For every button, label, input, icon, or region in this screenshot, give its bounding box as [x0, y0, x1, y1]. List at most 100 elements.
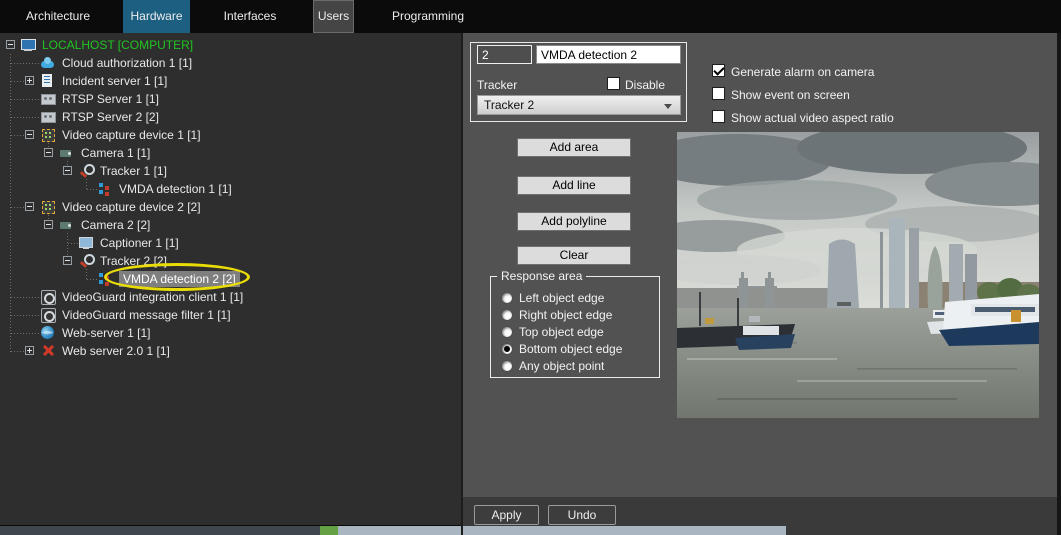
vmda-detection-icon — [98, 182, 112, 196]
tree-expander-collapse[interactable] — [25, 202, 34, 211]
panel-divider — [461, 33, 463, 535]
show-event-checkbox[interactable] — [712, 87, 725, 100]
tree-item-label[interactable]: Captioner 1 [1] — [100, 235, 179, 251]
generate-alarm-checkbox[interactable] — [712, 64, 725, 77]
generate-alarm-label: Generate alarm on camera — [731, 65, 874, 79]
tree-row: Camera 2 [2] — [0, 217, 461, 233]
device-tree-panel: LOCALHOST [COMPUTER] Cloud authorization… — [0, 33, 461, 525]
tree-item-label[interactable]: Camera 1 [1] — [81, 145, 150, 161]
camera-preview-image — [677, 132, 1039, 418]
cloud-icon — [41, 56, 55, 70]
radio-label: Bottom object edge — [519, 342, 622, 356]
radio-label: Any object point — [519, 359, 604, 373]
tree-item-label[interactable]: Web-server 1 [1] — [62, 325, 150, 341]
capture-device-icon — [41, 200, 55, 214]
tree-row: Video capture device 1 [1] — [0, 127, 461, 143]
tree-row: VideoGuard integration client 1 [1] — [0, 289, 461, 305]
tree-item-label[interactable]: Incident server 1 [1] — [62, 73, 167, 89]
tree-row: Incident server 1 [1] — [0, 73, 461, 89]
tree-expander-collapse[interactable] — [25, 130, 34, 139]
tree-expander-collapse[interactable] — [6, 40, 15, 49]
tree-row: LOCALHOST [COMPUTER] — [0, 37, 461, 53]
tree-row: VMDA detection 1 [1] — [0, 181, 461, 197]
capture-device-icon — [41, 128, 55, 142]
tree-item-label-selected[interactable]: VMDA detection 2 [2] — [119, 271, 240, 287]
tree-item-label[interactable]: LOCALHOST [COMPUTER] — [42, 37, 193, 53]
tab-programming[interactable]: Programming — [385, 0, 471, 33]
tree-row: Camera 1 [1] — [0, 145, 461, 161]
tree-row: Video capture device 2 [2] — [0, 199, 461, 215]
tree-item-label[interactable]: Cloud authorization 1 [1] — [62, 55, 192, 71]
tracker-icon — [79, 164, 93, 178]
object-name-field[interactable] — [536, 45, 681, 64]
tree-row: Tracker 1 [1] — [0, 163, 461, 179]
tree-hscrollbar-track-left[interactable] — [0, 526, 320, 535]
videoguard-icon — [41, 308, 55, 322]
tab-bar: Architecture Hardware Interfaces Users P… — [0, 0, 1061, 33]
add-line-button[interactable]: Add line — [517, 176, 631, 195]
tree-expander-collapse[interactable] — [44, 148, 53, 157]
tree-hscrollbar-marker[interactable] — [320, 526, 338, 535]
add-area-button[interactable]: Add area — [517, 138, 631, 157]
tree-expander-expand[interactable] — [25, 346, 34, 355]
vmda-detection-icon — [98, 272, 112, 286]
clear-button[interactable]: Clear — [517, 246, 631, 265]
tree-expander-expand[interactable] — [25, 76, 34, 85]
tree-row: Web server 2.0 1 [1] — [0, 343, 461, 359]
add-polyline-button[interactable]: Add polyline — [517, 212, 631, 231]
response-area-group: Response area Left object edge Right obj… — [490, 276, 660, 378]
aspect-ratio-label: Show actual video aspect ratio — [731, 111, 894, 125]
object-id-field[interactable] — [477, 45, 532, 64]
computer-icon — [21, 38, 35, 52]
tree-item-label[interactable]: RTSP Server 2 [2] — [62, 109, 159, 125]
right-object-edge-radio[interactable] — [501, 309, 513, 321]
tree-row: Web-server 1 [1] — [0, 325, 461, 341]
tree-row: Captioner 1 [1] — [0, 235, 461, 251]
tracker-label: Tracker — [477, 78, 517, 92]
tree-row: VideoGuard message filter 1 [1] — [0, 307, 461, 323]
tab-users[interactable]: Users — [313, 0, 354, 33]
tree-item-label[interactable]: RTSP Server 1 [1] — [62, 91, 159, 107]
settings-panel: Tracker Disable Tracker 2 Add area Add l… — [463, 33, 1061, 497]
tree-expander-collapse[interactable] — [63, 256, 72, 265]
tab-interfaces[interactable]: Interfaces — [205, 0, 295, 33]
tree-item-label[interactable]: Video capture device 2 [2] — [62, 199, 201, 215]
undo-button[interactable]: Undo — [548, 505, 616, 525]
top-object-edge-radio[interactable] — [501, 326, 513, 338]
disable-checkbox[interactable] — [607, 77, 620, 90]
tree-item-label[interactable]: VMDA detection 1 [1] — [119, 181, 232, 197]
apply-button[interactable]: Apply — [474, 505, 539, 525]
camera-icon — [60, 146, 74, 160]
radio-label: Right object edge — [519, 308, 612, 322]
tree-item-label[interactable]: Video capture device 1 [1] — [62, 127, 201, 143]
window-right-border — [1057, 33, 1061, 535]
tree-row: RTSP Server 1 [1] — [0, 91, 461, 107]
aspect-ratio-checkbox[interactable] — [712, 110, 725, 123]
tree-row: Tracker 2 [2] — [0, 253, 461, 269]
camera-preview[interactable] — [677, 132, 1039, 418]
tree-item-label[interactable]: Web server 2.0 1 [1] — [62, 343, 170, 359]
tree-item-label[interactable]: VideoGuard integration client 1 [1] — [62, 289, 243, 305]
bottom-object-edge-radio[interactable] — [501, 343, 513, 355]
tab-hardware[interactable]: Hardware — [123, 0, 190, 33]
tree-item-label[interactable]: Tracker 2 [2] — [100, 253, 167, 269]
tab-architecture[interactable]: Architecture — [10, 0, 106, 33]
incident-server-icon — [41, 74, 55, 88]
tree-row: Cloud authorization 1 [1] — [0, 55, 461, 71]
tree-item-label[interactable]: VideoGuard message filter 1 [1] — [62, 307, 231, 323]
tree-item-label[interactable]: Camera 2 [2] — [81, 217, 150, 233]
tree-expander-collapse[interactable] — [63, 166, 72, 175]
captioner-icon — [79, 236, 93, 250]
tree-item-label[interactable]: Tracker 1 [1] — [100, 163, 167, 179]
tree-row: RTSP Server 2 [2] — [0, 109, 461, 125]
left-object-edge-radio[interactable] — [501, 292, 513, 304]
tree-hscrollbar-track-right[interactable] — [338, 526, 786, 535]
tracker-icon — [79, 254, 93, 268]
tree-row: VMDA detection 2 [2] — [0, 271, 461, 287]
any-object-point-radio[interactable] — [501, 360, 513, 372]
tracker-select[interactable]: Tracker 2 — [477, 95, 681, 115]
globe-icon — [41, 326, 55, 340]
tree-expander-collapse[interactable] — [44, 220, 53, 229]
rtsp-server-icon — [41, 110, 55, 124]
show-event-label: Show event on screen — [731, 88, 850, 102]
